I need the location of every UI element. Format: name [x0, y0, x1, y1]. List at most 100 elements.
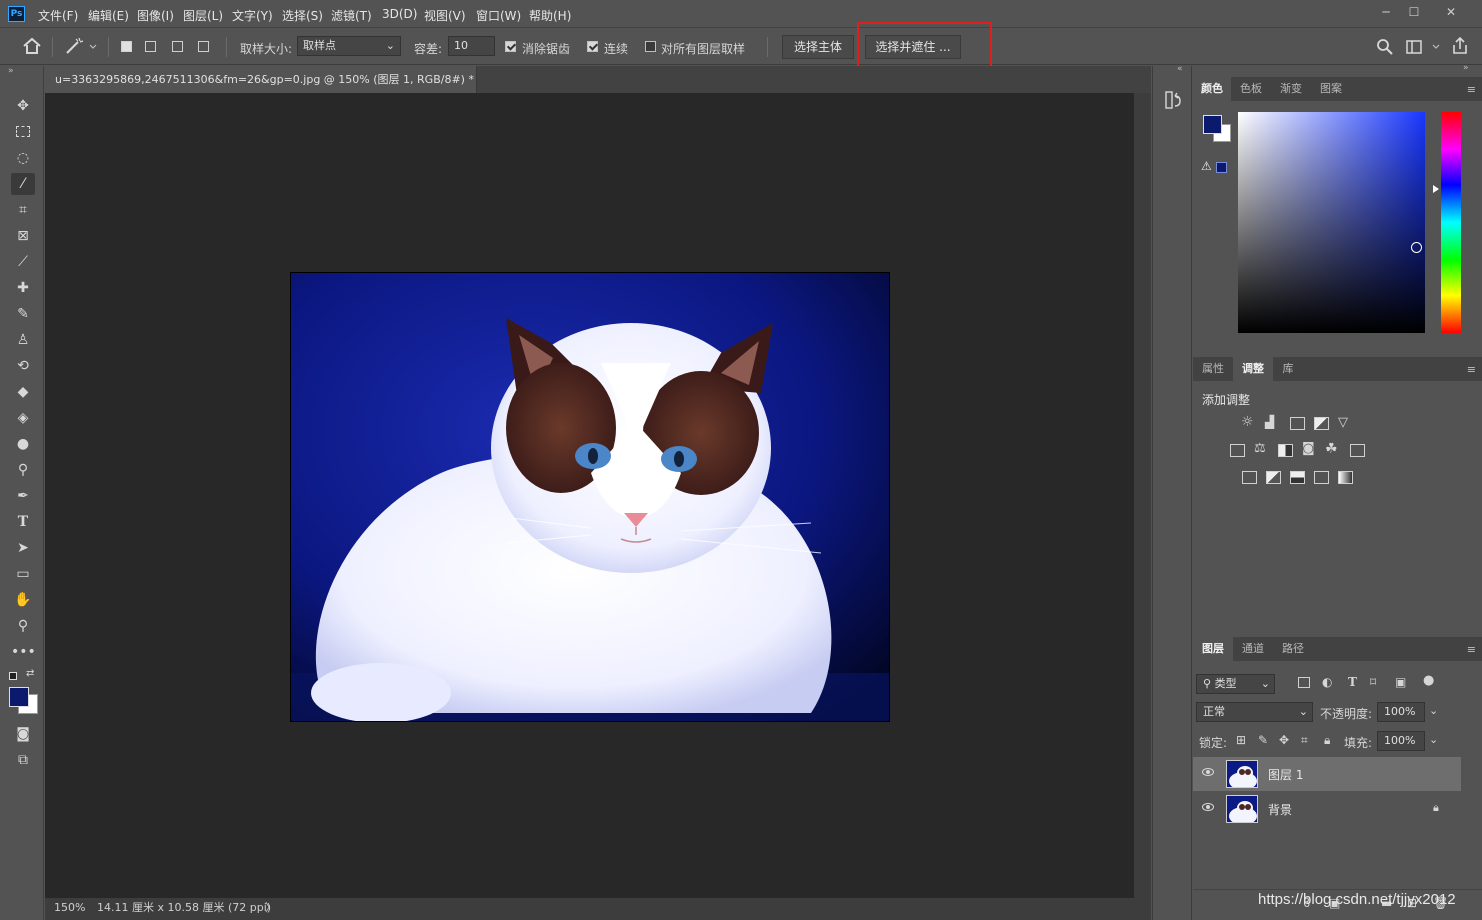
search-icon[interactable]	[1376, 38, 1394, 56]
lock-transparent-icon[interactable]: ⊞	[1236, 733, 1246, 747]
menu-view[interactable]: 视图(V)	[424, 7, 466, 24]
eraser-tool-icon[interactable]: ◆	[11, 381, 35, 403]
foreground-color-chip[interactable]	[1203, 115, 1222, 134]
move-tool-icon[interactable]: ✥	[11, 95, 35, 117]
lock-all-icon[interactable]: 🔒︎	[1324, 733, 1330, 748]
tab-patterns[interactable]: 图案	[1311, 77, 1351, 101]
path-selection-tool-icon[interactable]: ➤	[11, 537, 35, 559]
screen-mode-icon[interactable]: ⧉	[11, 749, 35, 771]
pen-tool-icon[interactable]: ✒	[11, 485, 35, 507]
layer-filter-select[interactable]: ⚲ 类型 ⌄	[1196, 674, 1275, 694]
history-brush-tool-icon[interactable]: ⟲	[11, 355, 35, 377]
color-picker-field[interactable]	[1238, 112, 1425, 333]
photo-filter-icon[interactable]: ◙	[1302, 441, 1315, 456]
tab-adjustments[interactable]: 调整	[1233, 357, 1273, 381]
hue-slider-handle-icon[interactable]	[1433, 185, 1439, 193]
menu-3d[interactable]: 3D(D)	[382, 7, 417, 21]
levels-icon[interactable]: ▟	[1265, 415, 1274, 429]
collapse-panels-icon[interactable]: «	[1177, 64, 1183, 74]
status-menu-arrow-icon[interactable]: 〉	[265, 898, 276, 918]
tab-gradients[interactable]: 渐变	[1271, 77, 1311, 101]
tab-properties[interactable]: 属性	[1193, 357, 1233, 381]
eyedropper-tool-icon[interactable]: ⟋	[11, 251, 35, 273]
tab-color[interactable]: 颜色	[1193, 77, 1231, 101]
foreground-color-swatch[interactable]	[9, 687, 29, 707]
black-white-icon[interactable]	[1278, 444, 1293, 457]
menu-filter[interactable]: 滤镜(T)	[331, 7, 372, 24]
posterize-icon[interactable]	[1266, 471, 1281, 484]
vertical-scrollbar[interactable]	[1134, 93, 1151, 898]
sample-all-layers-checkbox[interactable]	[645, 41, 656, 52]
channel-mixer-icon[interactable]: ☘	[1325, 441, 1338, 457]
select-subject-button[interactable]: 选择主体	[782, 35, 854, 59]
exposure-icon[interactable]	[1314, 417, 1329, 430]
zoom-level[interactable]: 150%	[54, 898, 85, 918]
maximize-button[interactable]: ☐	[1399, 3, 1429, 21]
type-tool-icon[interactable]: T	[11, 511, 35, 533]
lasso-tool-icon[interactable]: ◌	[11, 147, 35, 169]
frame-tool-icon[interactable]: ⊠	[11, 225, 35, 247]
color-balance-icon[interactable]: ⚖	[1254, 441, 1266, 456]
magic-wand-preset-icon[interactable]	[64, 36, 100, 56]
curves-icon[interactable]	[1290, 417, 1305, 430]
add-to-selection-icon[interactable]	[145, 41, 156, 52]
tolerance-input[interactable]: 10	[448, 36, 495, 56]
expand-panel-icon[interactable]: »	[8, 66, 14, 76]
history-panel-icon[interactable]	[1164, 90, 1182, 110]
layer-name[interactable]: 背景	[1268, 801, 1292, 818]
contiguous-checkbox[interactable]	[587, 41, 598, 52]
antialias-checkbox[interactable]	[505, 41, 516, 52]
filter-smart-object-icon[interactable]: ▣	[1395, 675, 1406, 689]
filter-toggle-icon[interactable]: ●	[1423, 673, 1434, 688]
color-picker-cursor[interactable]	[1411, 242, 1422, 253]
brightness-contrast-icon[interactable]: ☼	[1241, 414, 1254, 430]
magic-wand-tool-icon[interactable]: ⁄	[11, 173, 35, 195]
menu-image[interactable]: 图像(I)	[137, 7, 174, 24]
brush-tool-icon[interactable]: ✎	[11, 303, 35, 325]
subtract-from-selection-icon[interactable]	[172, 41, 183, 52]
menu-window[interactable]: 窗口(W)	[476, 7, 521, 24]
web-safe-color-chip[interactable]	[1216, 162, 1227, 173]
workspace-icon[interactable]	[1405, 39, 1445, 55]
menu-type[interactable]: 文字(Y)	[232, 7, 273, 24]
fill-input[interactable]: 100%	[1377, 731, 1425, 751]
new-selection-icon[interactable]	[121, 41, 132, 52]
sample-size-select[interactable]: 取样点 ⌄	[297, 36, 401, 56]
opacity-chevron-icon[interactable]: ⌄	[1429, 704, 1438, 717]
opacity-input[interactable]: 100%	[1377, 702, 1425, 722]
stamp-tool-icon[interactable]: ♙	[11, 329, 35, 351]
document-tab[interactable]: u=3363295869,2467511306&fm=26&gp=0.jpg @…	[45, 66, 477, 93]
zoom-tool-icon[interactable]: ⚲	[11, 615, 35, 637]
healing-brush-tool-icon[interactable]: ✚	[11, 277, 35, 299]
tab-libraries[interactable]: 库	[1273, 357, 1303, 381]
invert-icon[interactable]	[1242, 471, 1257, 484]
intersect-selection-icon[interactable]	[198, 41, 209, 52]
select-and-mask-button[interactable]: 选择并遮住 ...	[865, 35, 961, 59]
menu-edit[interactable]: 编辑(E)	[88, 7, 129, 24]
filter-adjustment-icon[interactable]: ◐	[1322, 675, 1332, 689]
visibility-eye-icon[interactable]	[1202, 768, 1214, 776]
menu-file[interactable]: 文件(F)	[38, 7, 78, 24]
document-image[interactable]	[290, 272, 890, 722]
dodge-tool-icon[interactable]: ⚲	[11, 459, 35, 481]
panel-menu-icon[interactable]: ≡	[1467, 83, 1476, 96]
expand-right-panels-icon[interactable]: »	[1463, 63, 1469, 73]
gradient-map-icon[interactable]	[1338, 471, 1353, 484]
lock-artboard-icon[interactable]: ⌗	[1301, 733, 1308, 748]
close-window-button[interactable]: ✕	[1436, 3, 1466, 21]
color-lookup-icon[interactable]	[1350, 444, 1365, 457]
fill-chevron-icon[interactable]: ⌄	[1429, 733, 1438, 746]
menu-help[interactable]: 帮助(H)	[529, 7, 571, 24]
lock-position-icon[interactable]: ✥	[1279, 733, 1289, 747]
hue-saturation-icon[interactable]	[1230, 444, 1245, 457]
visibility-eye-icon[interactable]	[1202, 803, 1214, 811]
home-icon[interactable]	[22, 37, 42, 55]
menu-select[interactable]: 选择(S)	[282, 7, 323, 24]
vibrance-icon[interactable]: ▽	[1338, 415, 1348, 430]
default-colors-icon[interactable]	[9, 672, 17, 680]
blend-mode-select[interactable]: 正常 ⌄	[1196, 702, 1313, 722]
selective-color-icon[interactable]	[1314, 471, 1329, 484]
rectangle-tool-icon[interactable]: ▭	[11, 563, 35, 585]
swap-colors-icon[interactable]: ⇄	[26, 668, 34, 679]
panel-menu-icon[interactable]: ≡	[1467, 363, 1476, 376]
